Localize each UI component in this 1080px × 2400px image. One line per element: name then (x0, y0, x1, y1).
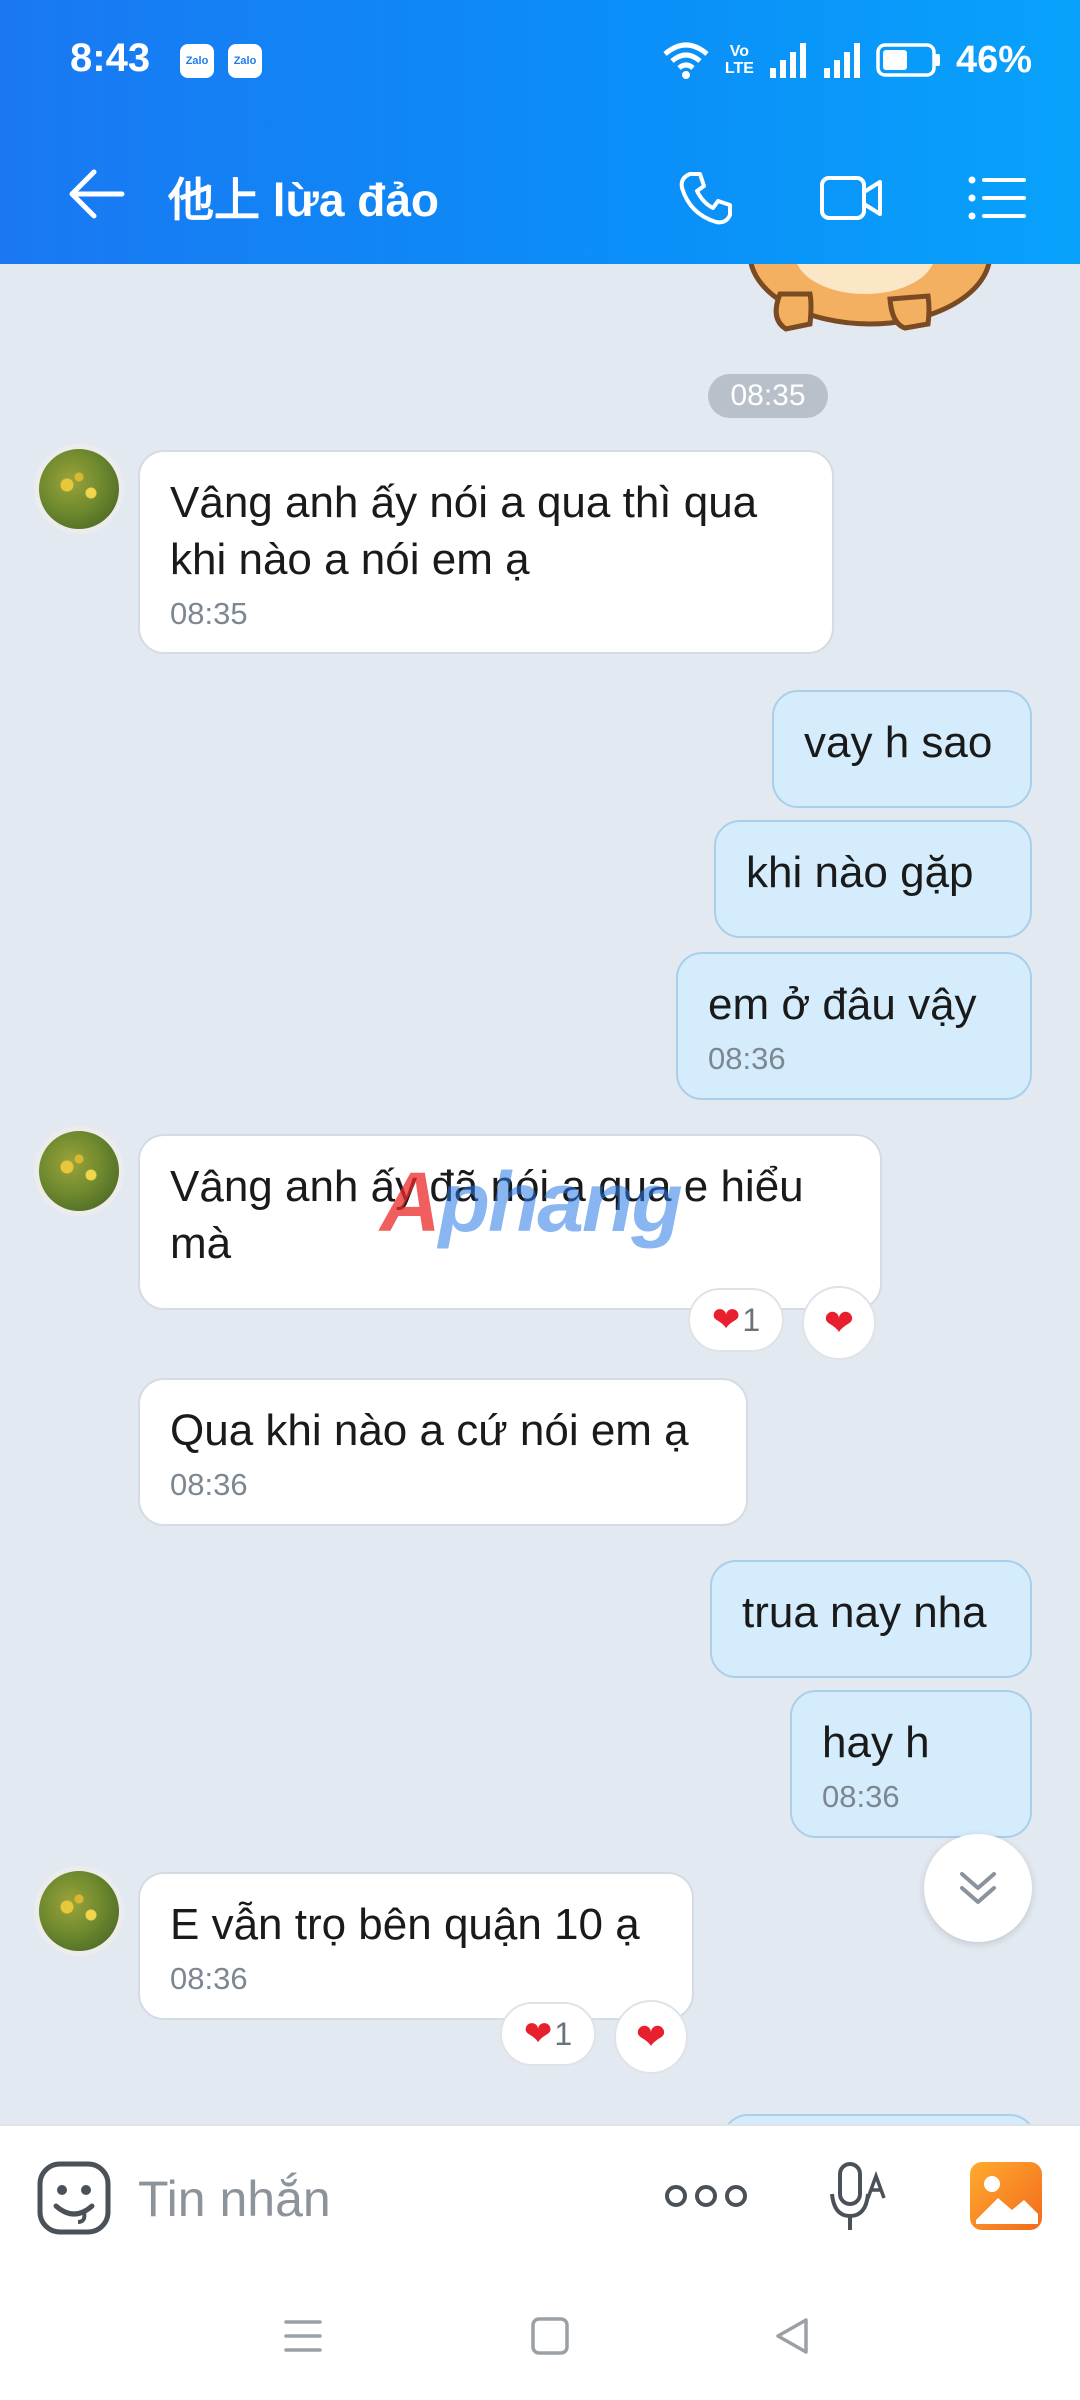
signal-icon (823, 43, 860, 78)
voice-mic-icon[interactable] (828, 2158, 888, 2238)
menu-list-icon[interactable] (966, 168, 1028, 228)
message-text: khi nào gặp (746, 848, 974, 897)
chat-toolbar: 他上 lừa đảo (0, 140, 1080, 250)
react-button[interactable]: ❤ (802, 1286, 876, 1360)
message-bubble-incoming[interactable]: Vâng anh ấy nói a qua thì qua khi nào a … (138, 450, 834, 654)
message-text: trua nay nha (742, 1588, 987, 1637)
status-bar: 8:43 Zalo Zalo Vo LTE 46% (0, 0, 1080, 124)
reaction-count: 1 (554, 2015, 573, 2052)
message-text: hay h (822, 1718, 930, 1767)
message-list[interactable]: 08:35 Vâng anh ấy nói a qua thì qua khi … (0, 264, 1080, 2124)
battery-level: 46% (955, 38, 1032, 81)
sticker-image (748, 264, 992, 332)
system-nav-bar (0, 2274, 1080, 2400)
message-bubble-incoming[interactable]: E vẫn trọ bên quận 10 ạ 08:36 (138, 1872, 694, 2020)
battery-icon (876, 43, 940, 77)
message-text: vay h sao (804, 718, 993, 767)
message-text: em ở đâu vậy (708, 980, 977, 1029)
heart-icon: ❤ (711, 1301, 741, 1339)
home-square-icon[interactable] (530, 2316, 570, 2356)
message-composer: Tin nhắn (0, 2124, 1080, 2276)
heart-icon: ❤ (635, 2016, 667, 2057)
message-text: Qua khi nào a cứ nói em ạ (170, 1406, 689, 1455)
app-header: 8:43 Zalo Zalo Vo LTE 46% 他上 lừa đảo (0, 0, 1080, 264)
wifi-icon (663, 42, 709, 79)
phone-icon[interactable] (676, 168, 736, 228)
video-call-icon[interactable] (818, 168, 884, 228)
contact-avatar[interactable] (34, 1866, 124, 1956)
status-time: 8:43 (70, 36, 151, 80)
reaction-count: 1 (742, 1301, 761, 1338)
message-bubble-incoming[interactable]: Qua khi nào a cứ nói em ạ 08:36 (138, 1378, 748, 1526)
reaction-summary[interactable]: ❤ 1 (500, 2002, 596, 2066)
message-bubble-outgoing[interactable]: hay h 08:36 (790, 1690, 1032, 1838)
message-bubble-outgoing[interactable]: khi nào gặp (714, 820, 1032, 938)
message-time: 08:36 (170, 1961, 248, 1996)
contact-avatar[interactable] (34, 444, 124, 534)
scroll-to-bottom-button[interactable] (924, 1834, 1032, 1942)
reaction-summary[interactable]: ❤ 1 (688, 1288, 784, 1352)
react-button[interactable]: ❤ (614, 2000, 688, 2074)
message-bubble-outgoing[interactable]: vay h sao (772, 690, 1032, 808)
scroll-down-icon (960, 1872, 996, 1904)
emoji-icon[interactable] (36, 2160, 112, 2236)
volte-indicator: Vo LTE (724, 43, 754, 77)
watermark: Aphang (380, 1155, 683, 1249)
message-bubble-outgoing-partial[interactable] (722, 2114, 1036, 2124)
message-bubble-outgoing[interactable]: trua nay nha (710, 1560, 1032, 1678)
message-time: 08:36 (822, 1779, 900, 1814)
heart-icon: ❤ (823, 1302, 855, 1343)
contact-avatar[interactable] (34, 1126, 124, 1216)
message-text: E vẫn trọ bên quận 10 ạ (170, 1900, 640, 1949)
more-dots-icon[interactable] (664, 2180, 748, 2212)
back-triangle-icon[interactable] (772, 2316, 812, 2356)
message-time: 08:36 (170, 1467, 248, 1502)
image-gallery-icon[interactable] (968, 2160, 1044, 2232)
chat-title[interactable]: 他上 lừa đảo (168, 164, 439, 230)
message-input[interactable]: Tin nhắn (138, 2170, 331, 2228)
time-divider: 08:35 (708, 374, 828, 418)
heart-icon: ❤ (523, 2015, 553, 2053)
message-text: Vâng anh ấy nói a qua thì qua khi nào a … (170, 478, 758, 584)
zalo-notification-icon: Zalo (228, 44, 262, 78)
message-time: 08:35 (170, 596, 248, 631)
recents-menu-icon[interactable] (282, 2316, 324, 2356)
system-icons: Vo LTE 46% (661, 34, 1032, 86)
zalo-notification-icon: Zalo (180, 44, 214, 78)
message-time: 08:36 (708, 1041, 786, 1076)
back-arrow-icon[interactable] (66, 168, 126, 220)
signal-icon (769, 43, 806, 78)
message-bubble-outgoing[interactable]: em ở đâu vậy 08:36 (676, 952, 1032, 1100)
